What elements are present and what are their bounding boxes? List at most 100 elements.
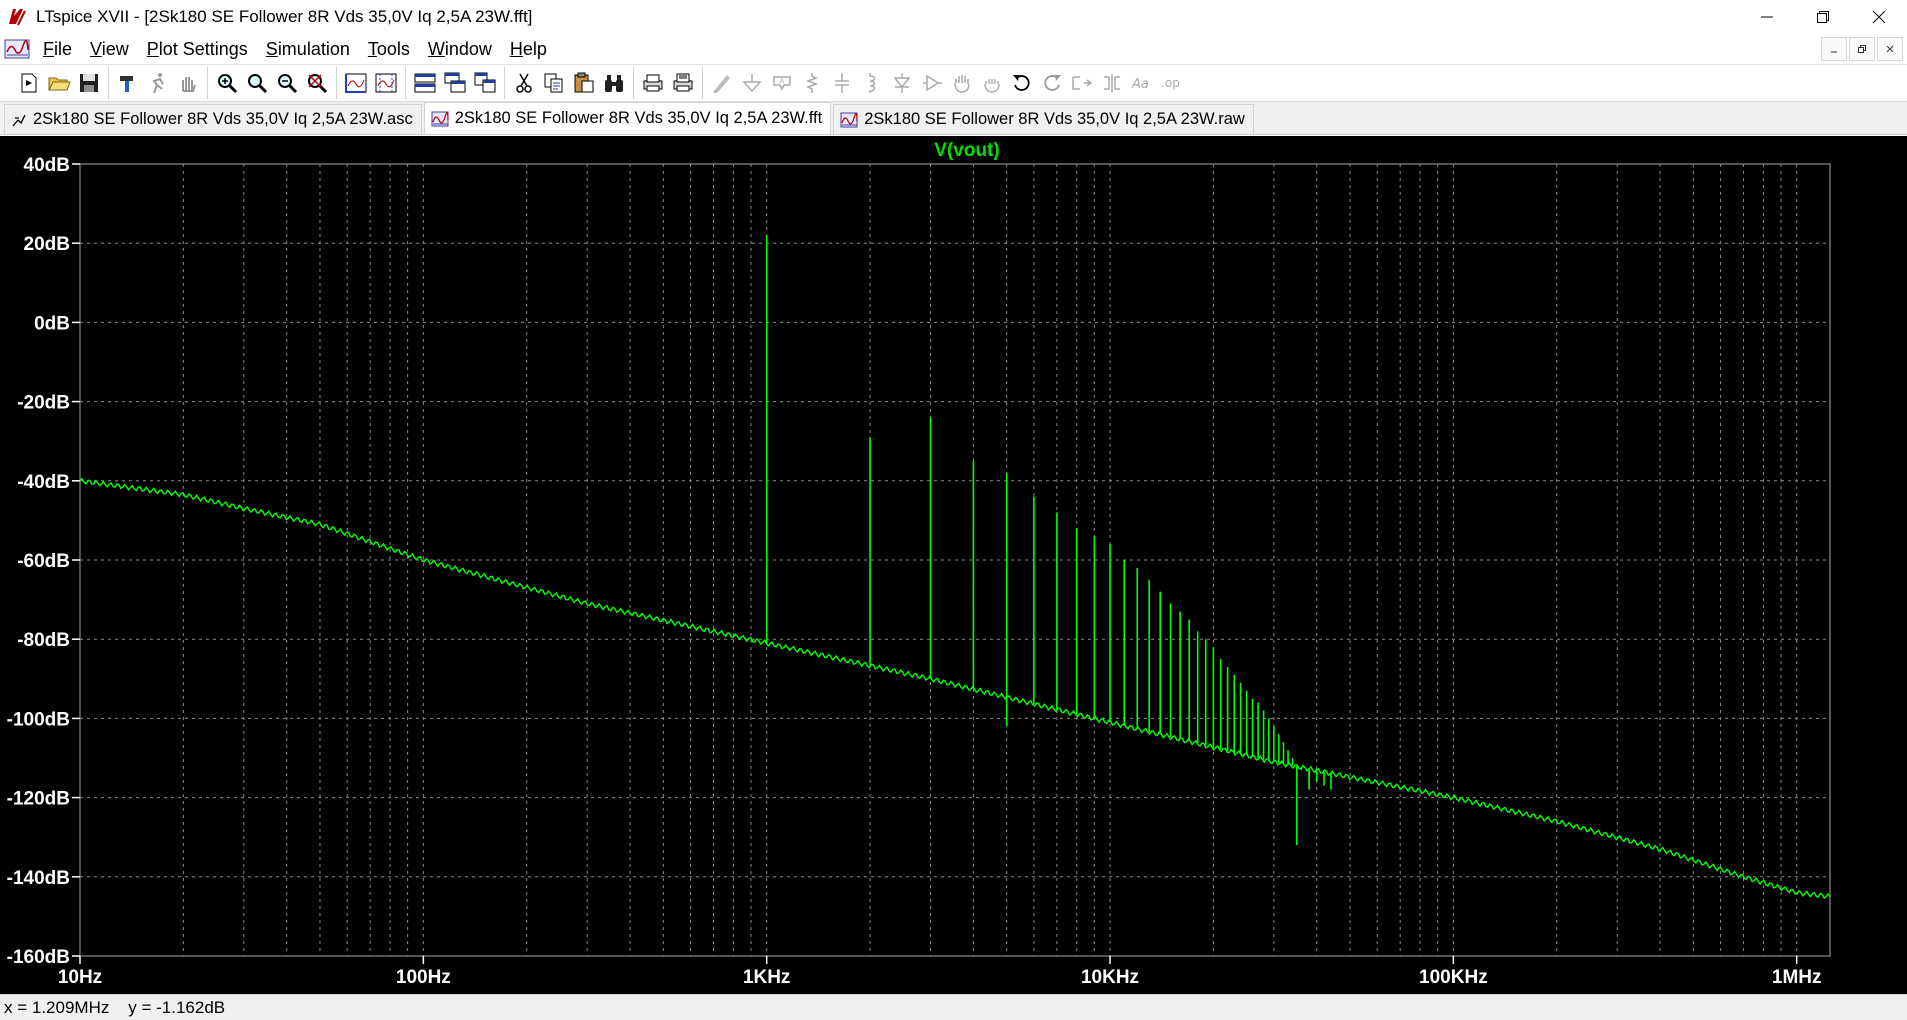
cascade-button[interactable] xyxy=(440,68,470,98)
window-title: LTspice XVII - [2Sk180 SE Follower 8R Vd… xyxy=(36,7,533,26)
menu-view[interactable]: View xyxy=(81,34,138,64)
menu-help[interactable]: Help xyxy=(501,34,556,64)
ground-icon xyxy=(742,74,762,93)
menu-bar: File View Plot Settings Simulation Tools Wind… xyxy=(0,34,1907,64)
autorange-icon xyxy=(345,73,367,93)
cursor-y-readout: y = -1.162dB xyxy=(128,997,226,1017)
fft-plot[interactable]: 40dB 20dB 0dB -20dB -40dB -60dB -80dB -100dB -12… xyxy=(0,136,1907,994)
y-tick-label: -80dB xyxy=(17,630,70,651)
close-icon xyxy=(1886,45,1894,53)
waveform-plot-pane[interactable]: 40dB 20dB 0dB -20dB -40dB -60dB -80dB -100dB -12… xyxy=(0,136,1907,994)
menu-plot-settings-label: lot Settings xyxy=(158,39,248,59)
diode-button[interactable] xyxy=(887,68,917,98)
zoom-out-button[interactable] xyxy=(272,68,302,98)
close-button[interactable] xyxy=(1851,0,1907,34)
running-man-icon xyxy=(152,73,164,94)
control-panel-button[interactable] xyxy=(113,68,143,98)
open-folder-icon xyxy=(48,77,71,91)
autorange-button[interactable] xyxy=(341,68,371,98)
menu-tools[interactable]: Tools xyxy=(359,34,419,64)
zoom-full-button[interactable] xyxy=(302,68,332,98)
inductor-button[interactable] xyxy=(857,68,887,98)
svg-text:Aa: Aa xyxy=(1131,77,1149,92)
ltspice-app-icon[interactable] xyxy=(0,0,34,34)
draw-wire-button[interactable] xyxy=(707,68,737,98)
menu-plot-settings[interactable]: Plot Settings xyxy=(138,34,257,64)
tab-fft[interactable]: 2Sk180 SE Follower 8R Vds 35,0V Iq 2,5A … xyxy=(423,102,832,134)
save-button[interactable] xyxy=(74,68,104,98)
print-button[interactable] xyxy=(638,68,668,98)
undo-icon xyxy=(1013,75,1030,91)
capacitor-button[interactable] xyxy=(827,68,857,98)
pan-button[interactable] xyxy=(242,68,272,98)
new-schematic-button[interactable] xyxy=(14,68,44,98)
toolbar-group-plot xyxy=(336,67,405,99)
label-net-button[interactable]: A xyxy=(767,68,797,98)
zoom-fit-icon xyxy=(308,74,328,94)
copy-button[interactable] xyxy=(539,68,569,98)
minimize-button[interactable] xyxy=(1739,0,1795,34)
save-icon xyxy=(80,74,98,92)
menu-window-mnemonic: W xyxy=(427,39,445,59)
mdi-minimize-button[interactable] xyxy=(1821,37,1847,61)
spice-directive-button[interactable]: .op xyxy=(1157,68,1187,98)
manual-limits-button[interactable] xyxy=(371,68,401,98)
zoom-out-icon xyxy=(278,74,298,94)
y-tick-label: -120dB xyxy=(7,789,70,810)
find-button[interactable] xyxy=(599,68,629,98)
tile-horizontal-button[interactable] xyxy=(410,68,440,98)
mdi-restore-button[interactable] xyxy=(1849,37,1875,61)
waveform-icon xyxy=(431,111,449,127)
menu-simulation[interactable]: Simulation xyxy=(257,34,359,64)
toolbar-group-file xyxy=(10,67,108,99)
undo-button[interactable] xyxy=(1007,68,1037,98)
label-net-icon: A xyxy=(773,76,791,91)
open-hand-icon xyxy=(954,75,970,93)
zoom-in-button[interactable] xyxy=(212,68,242,98)
halt-button[interactable] xyxy=(173,68,203,98)
cut-button[interactable] xyxy=(509,68,539,98)
text-button[interactable]: Aa xyxy=(1127,68,1157,98)
mdi-close-button[interactable] xyxy=(1877,37,1903,61)
redo-button[interactable] xyxy=(1037,68,1067,98)
toolbar-group-control xyxy=(108,67,207,99)
print-preview-icon xyxy=(673,73,693,92)
title-bar[interactable]: LTspice XVII - [2Sk180 SE Follower 8R Vd… xyxy=(0,0,1907,34)
restore-icon xyxy=(1817,11,1829,23)
text-icon: Aa xyxy=(1131,77,1149,92)
grab-hand-icon xyxy=(984,79,1000,93)
resistor-button[interactable] xyxy=(797,68,827,98)
ground-button[interactable] xyxy=(737,68,767,98)
rotate-button[interactable] xyxy=(1067,68,1097,98)
y-tick-label: 20dB xyxy=(24,234,70,255)
tile-vertical-button[interactable] xyxy=(470,68,500,98)
menu-tools-mnemonic: T xyxy=(367,39,377,59)
toolbar: A Aa .op xyxy=(0,64,1907,102)
menu-help-mnemonic: H xyxy=(509,39,523,59)
print-preview-button[interactable] xyxy=(668,68,698,98)
x-tick-label: 100KHz xyxy=(1419,967,1488,988)
paste-icon xyxy=(574,72,594,93)
menu-window[interactable]: Window xyxy=(419,34,501,64)
schematic-icon xyxy=(11,112,27,128)
menu-file[interactable]: File xyxy=(34,34,81,64)
move-button[interactable] xyxy=(947,68,977,98)
paste-button[interactable] xyxy=(569,68,599,98)
component-icon xyxy=(923,74,942,92)
tab-asc[interactable]: 2Sk180 SE Follower 8R Vds 35,0V Iq 2,5A … xyxy=(4,104,422,134)
drag-button[interactable] xyxy=(977,68,1007,98)
x-tick-label: 1KHz xyxy=(743,967,791,988)
tab-raw[interactable]: 2Sk180 SE Follower 8R Vds 35,0V Iq 2,5A … xyxy=(833,104,1254,134)
open-button[interactable] xyxy=(44,68,74,98)
mirror-button[interactable] xyxy=(1097,68,1127,98)
document-waveform-icon[interactable] xyxy=(0,34,34,64)
limits-icon xyxy=(375,73,397,93)
capacitor-icon xyxy=(835,73,849,93)
component-button[interactable] xyxy=(917,68,947,98)
restore-button[interactable] xyxy=(1795,0,1851,34)
trace-title-v-vout[interactable]: V(vout) xyxy=(934,140,999,161)
menu-file-label: ile xyxy=(54,39,73,59)
toolbar-group-window xyxy=(405,67,504,99)
y-tick-label: -100dB xyxy=(7,709,70,730)
run-button[interactable] xyxy=(143,68,173,98)
